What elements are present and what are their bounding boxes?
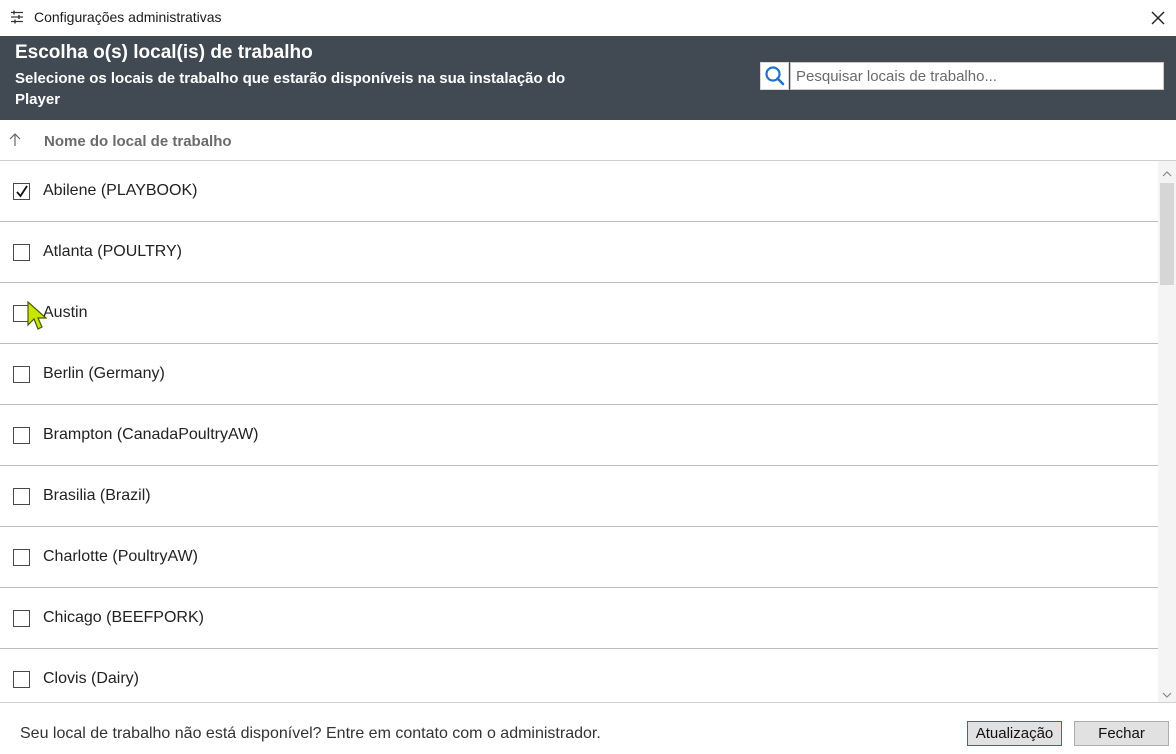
checkbox[interactable] bbox=[13, 183, 30, 200]
column-header-name[interactable]: Nome do local de trabalho bbox=[44, 133, 232, 150]
close-icon[interactable] bbox=[1146, 6, 1170, 30]
list-item[interactable]: Charlotte (PoultryAW) bbox=[0, 527, 1158, 588]
list-item-label: Brasilia (Brazil) bbox=[43, 487, 151, 504]
sort-ascending-arrow-icon[interactable] bbox=[8, 132, 22, 148]
scroll-down-icon[interactable] bbox=[1161, 687, 1173, 698]
list-item-label: Berlin (Germany) bbox=[43, 365, 165, 382]
search-icon[interactable] bbox=[760, 62, 789, 90]
list-item[interactable]: Clovis (Dairy) bbox=[0, 649, 1158, 702]
window-titlebar: Configurações administrativas bbox=[0, 0, 1176, 36]
list-item-label: Clovis (Dairy) bbox=[43, 670, 139, 687]
checkbox[interactable] bbox=[13, 549, 30, 566]
list-item-label: Atlanta (POULTRY) bbox=[43, 243, 183, 260]
list-item[interactable]: Austin bbox=[0, 283, 1158, 344]
list-item-label: Charlotte (PoultryAW) bbox=[43, 548, 198, 565]
list-item[interactable]: Atlanta (POULTRY) bbox=[0, 222, 1158, 283]
vertical-scrollbar[interactable] bbox=[1158, 161, 1176, 702]
list-item[interactable]: Abilene (PLAYBOOK) bbox=[0, 161, 1158, 222]
scroll-up-icon[interactable] bbox=[1161, 166, 1173, 177]
settings-sliders-icon bbox=[10, 10, 24, 24]
update-button[interactable]: Atualização bbox=[967, 721, 1062, 746]
scrollbar-thumb[interactable] bbox=[1160, 183, 1174, 285]
table-header: Nome do local de trabalho bbox=[0, 120, 1176, 161]
checkbox[interactable] bbox=[13, 244, 30, 261]
header-banner: Escolha o(s) local(is) de trabalho Selec… bbox=[0, 36, 1176, 120]
checkbox[interactable] bbox=[13, 427, 30, 444]
list-item[interactable]: Chicago (BEEFPORK) bbox=[0, 588, 1158, 649]
list-item[interactable]: Berlin (Germany) bbox=[0, 344, 1158, 405]
search-input[interactable] bbox=[790, 62, 1164, 90]
checkbox[interactable] bbox=[13, 671, 30, 688]
window-title: Configurações administrativas bbox=[34, 9, 222, 25]
list-item-label: Brampton (CanadaPoultryAW) bbox=[43, 426, 259, 443]
worksite-list: Abilene (PLAYBOOK) Atlanta (POULTRY) Aus… bbox=[0, 161, 1158, 702]
footer-message: Seu local de trabalho não está disponíve… bbox=[20, 725, 601, 742]
list-item-label: Austin bbox=[43, 304, 88, 321]
page-title: Escolha o(s) local(is) de trabalho bbox=[15, 42, 313, 63]
search-box bbox=[760, 62, 1164, 90]
close-button[interactable]: Fechar bbox=[1074, 721, 1169, 746]
checkbox[interactable] bbox=[13, 488, 30, 505]
checkbox[interactable] bbox=[13, 366, 30, 383]
checkbox[interactable] bbox=[13, 305, 30, 322]
list-item[interactable]: Brampton (CanadaPoultryAW) bbox=[0, 405, 1158, 466]
list-item-label: Chicago (BEEFPORK) bbox=[43, 609, 204, 626]
list-item[interactable]: Brasilia (Brazil) bbox=[0, 466, 1158, 527]
list-item-label: Abilene (PLAYBOOK) bbox=[43, 182, 198, 199]
checkbox[interactable] bbox=[13, 610, 30, 627]
page-subtitle: Selecione os locais de trabalho que esta… bbox=[15, 70, 566, 108]
dialog-footer: Seu local de trabalho não está disponíve… bbox=[0, 702, 1176, 754]
